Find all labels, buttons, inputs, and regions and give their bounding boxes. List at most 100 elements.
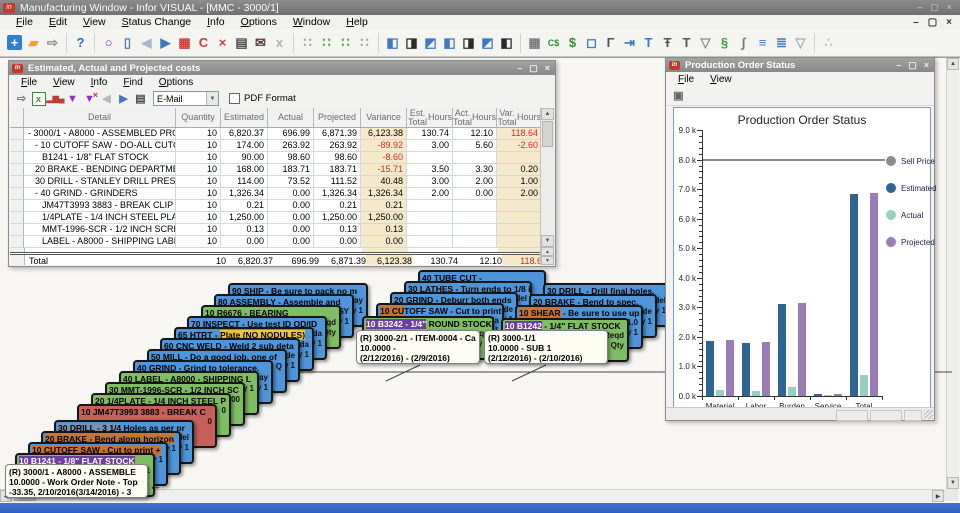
legend-label: Actual	[901, 210, 924, 220]
row-selector[interactable]	[10, 164, 24, 176]
row-selector[interactable]	[10, 152, 24, 164]
filter-icon[interactable]: ▼	[64, 91, 81, 107]
cost-menu-file[interactable]: File	[13, 77, 45, 88]
cell-value: 10	[176, 152, 221, 164]
row-selector[interactable]	[10, 236, 24, 248]
cost-menu-info[interactable]: Info	[83, 77, 116, 88]
print-icon[interactable]: ▤	[132, 91, 149, 107]
clipped-cell	[177, 248, 222, 252]
work-order-note-card[interactable]: (R) 3000/1 - A8000 - ASSEMBLE 10.0000 - W…	[5, 464, 148, 498]
cell-value: 130.74	[430, 256, 458, 265]
row-selector[interactable]	[10, 255, 25, 265]
work-order-note-card[interactable]: (R) 3000-2/1 - ITEM-0004 - Cam 10.0000 -(…	[356, 330, 480, 364]
cost-menu-view[interactable]: View	[45, 77, 83, 88]
excel-export-icon[interactable]: x	[30, 91, 47, 107]
email-format-combobox[interactable]: E-Mail ▼	[153, 91, 219, 106]
column-header-5[interactable]: Projected	[314, 108, 361, 127]
cost-minimize-button[interactable]: –	[517, 63, 522, 74]
y-tick-label: 3.0 k	[678, 303, 696, 313]
prod-menu-file[interactable]: File	[670, 74, 702, 85]
column-header-1[interactable]: Detail	[24, 108, 176, 127]
column-header-9[interactable]: Var. Total Hours	[497, 108, 542, 127]
prod-restore-button[interactable]: ▢	[908, 60, 917, 71]
next-icon[interactable]: ▶	[115, 91, 132, 107]
y-tick-minor	[699, 206, 702, 208]
cell-value: 1,250.00	[314, 212, 361, 224]
chart-icon[interactable]: ▂▆▄	[47, 91, 65, 107]
prod-window-statusbar	[666, 407, 934, 421]
column-header-2[interactable]: Quantity	[176, 108, 221, 127]
cell-value: 2.00	[407, 188, 453, 200]
production-order-status-window[interactable]: in Production Order Status – ▢ × File Vie…	[665, 57, 937, 421]
table-row[interactable]: LABEL - A8000 - SHIPPING LABEL 10 0.00 0.00…	[10, 236, 554, 248]
export-icon[interactable]: ⇨	[13, 91, 30, 107]
row-selector[interactable]	[10, 188, 24, 200]
prod-window-titlebar[interactable]: in Production Order Status – ▢ ×	[666, 58, 934, 72]
cost-menu-find[interactable]: Find	[115, 77, 150, 88]
row-selector[interactable]	[10, 140, 24, 152]
cost-restore-button[interactable]: ▢	[529, 63, 538, 74]
table-row[interactable]: 1/4PLATE - 1/4 INCH STEEL PLATE 10 1,250.0…	[10, 212, 554, 224]
cell-value: 0.21	[361, 200, 407, 212]
table-row[interactable]: 30 DRILL - STANLEY DRILL PRESS 10 114.00 73…	[10, 176, 554, 188]
cell-value: 1,250.00	[221, 212, 268, 224]
column-header-4[interactable]: Actual	[268, 108, 314, 127]
prod-menu-view[interactable]: View	[702, 74, 740, 85]
spin-down-icon[interactable]: ▼	[541, 256, 554, 265]
scrollbar-thumb[interactable]	[542, 121, 553, 147]
table-row[interactable]: - 3000/1 - A8000 - ASSEMBLED PRODUCT106,…	[10, 128, 554, 140]
cell-value: 111.52	[314, 176, 361, 188]
column-header-6[interactable]: Variance	[361, 108, 407, 127]
row-selector[interactable]	[10, 200, 24, 212]
prod-minimize-button[interactable]: –	[896, 60, 901, 71]
card-title: 10 JM47T3993 3883 - BREAK C	[81, 407, 206, 417]
legend-label: Sell Price	[901, 156, 935, 166]
cell-value	[453, 236, 497, 248]
table-row[interactable]: 20 BRAKE - BENDING DEPARTMENT 10 168.00 183…	[10, 164, 554, 176]
cell-value: -2.60	[497, 140, 542, 152]
x-tick	[810, 396, 811, 400]
cost-menu-options[interactable]: Options	[151, 77, 201, 88]
cell-value: 6,820.37	[237, 256, 273, 265]
y-tick-minor	[699, 372, 702, 374]
table-row[interactable]: - 40 GRIND - GRINDERS 10 1,326.34 0.00 1,326…	[10, 188, 554, 200]
copy-icon[interactable]: ▣	[670, 88, 687, 104]
cell-value: 1,250.00	[361, 212, 407, 224]
scroll-down-icon[interactable]: ▼	[541, 235, 554, 247]
clear-filter-icon[interactable]: ▼ ×	[81, 90, 98, 107]
row-selector[interactable]	[10, 224, 24, 236]
column-header-8[interactable]: Act. Total Hours	[453, 108, 497, 127]
column-header-7[interactable]: Est. Total Hours	[407, 108, 453, 127]
cost-table-scrollbar[interactable]: ▲ ▼ ▲ ▼	[540, 108, 554, 265]
cost-close-button[interactable]: ×	[545, 63, 550, 74]
y-tick-minor	[699, 153, 702, 155]
legend-dot-icon	[886, 237, 896, 247]
table-row[interactable]: JM47T3993 3883 - BREAK CLIP 10 0.21 0.00 0.2…	[10, 200, 554, 212]
work-order-note-card[interactable]: (R) 3000-1/1 10.0000 - SUB 1 (2/12/2016) -…	[484, 330, 608, 364]
spin-up-icon[interactable]: ▲	[541, 247, 554, 256]
table-row[interactable]: - 10 CUTOFF SAW - DO-ALL CUTOFF SAW10174…	[10, 140, 554, 152]
chevron-down-icon[interactable]: ▼	[206, 92, 218, 105]
table-row[interactable]: MMT-1996-SCR - 1/2 INCH SCREWS100.130.00…	[10, 224, 554, 236]
bar-estimated-total	[850, 194, 858, 396]
resize-grip[interactable]	[924, 410, 933, 419]
row-selector[interactable]	[10, 128, 24, 140]
row-selector[interactable]	[10, 212, 24, 224]
prev-icon[interactable]: ◀	[98, 91, 115, 107]
cell-detail: MMT-1996-SCR - 1/2 INCH SCREWS	[24, 224, 176, 236]
cost-window[interactable]: in Estimated, Actual and Projected costs…	[8, 60, 556, 267]
y-axis	[702, 130, 703, 396]
column-header-0[interactable]	[10, 108, 24, 127]
back-arrow-icon[interactable]: ←	[149, 478, 162, 493]
cost-window-titlebar[interactable]: in Estimated, Actual and Projected costs…	[9, 61, 555, 75]
note-line: 10.0000 -	[360, 343, 396, 353]
table-row[interactable]: B1241 - 1/8" FLAT STOCK 10 90.00 98.60 98.60…	[10, 152, 554, 164]
cell-value: 1.00	[497, 176, 542, 188]
row-selector[interactable]	[10, 176, 24, 188]
column-header-3[interactable]: Estimated	[221, 108, 268, 127]
scroll-up-icon[interactable]: ▲	[541, 108, 554, 120]
y-tick-minor	[699, 242, 702, 244]
pdf-format-checkbox[interactable]	[229, 93, 240, 104]
prod-close-button[interactable]: ×	[924, 60, 929, 71]
y-tick-minor	[699, 147, 702, 149]
